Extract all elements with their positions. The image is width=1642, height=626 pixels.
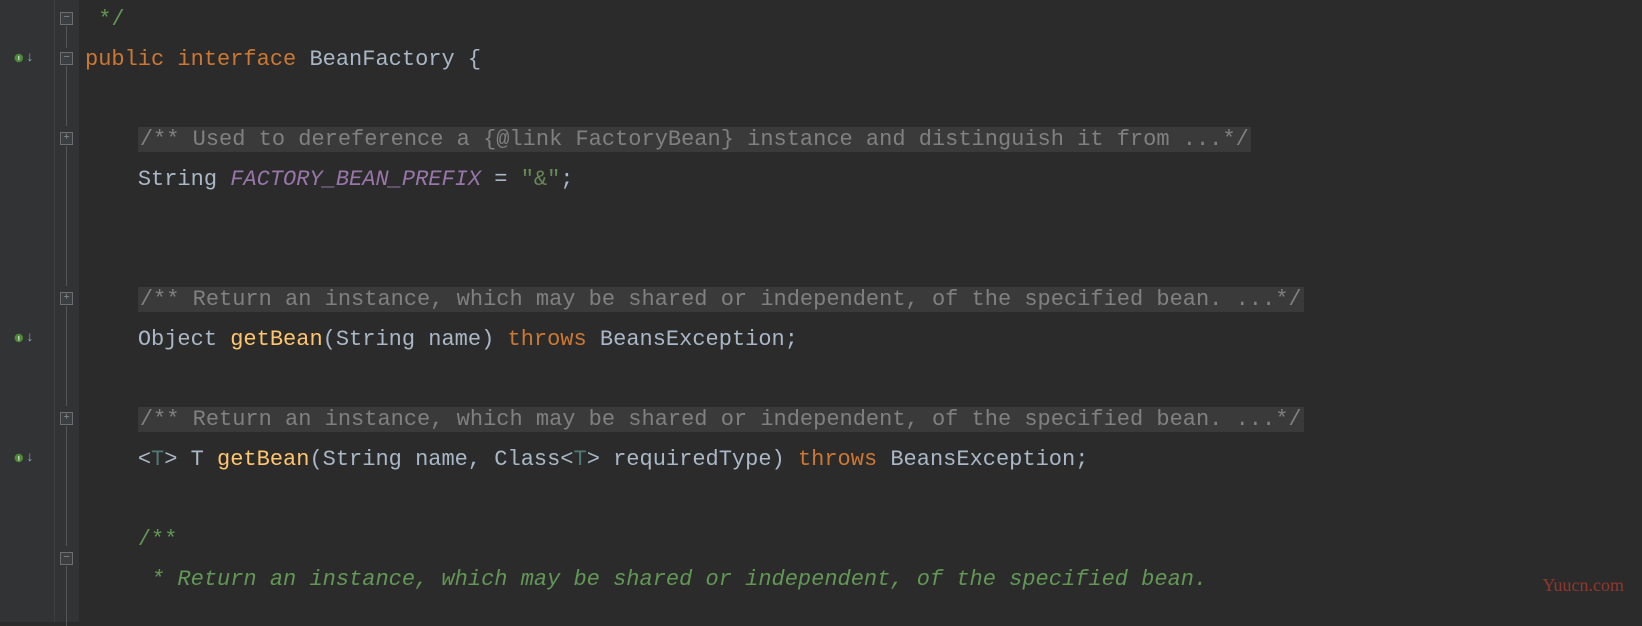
code-line[interactable]	[85, 240, 1642, 280]
watermark-text: Yuucn.com	[1543, 575, 1624, 596]
interface-gutter-icon[interactable]: I ↓	[14, 48, 34, 68]
code-line[interactable]: /**	[85, 520, 1642, 560]
fold-collapse-icon[interactable]: −	[60, 552, 73, 565]
code-line[interactable]: public interface BeanFactory {	[85, 40, 1642, 80]
code-line[interactable]: Object getBean(String name) throws Beans…	[85, 320, 1642, 360]
down-arrow-icon: ↓	[26, 330, 34, 346]
code-line[interactable]: /** Used to dereference a {@link Factory…	[85, 120, 1642, 160]
down-arrow-icon: ↓	[26, 50, 34, 66]
code-line[interactable]: */	[85, 0, 1642, 40]
code-line[interactable]	[85, 480, 1642, 520]
code-line[interactable]	[85, 360, 1642, 400]
code-line[interactable]	[85, 200, 1642, 240]
folded-javadoc[interactable]: /** Return an instance, which may be sha…	[138, 287, 1304, 312]
code-line[interactable]: * Return an instance, which may be share…	[85, 560, 1642, 600]
fold-expand-icon[interactable]: +	[60, 412, 73, 425]
code-line[interactable]: <T> T getBean(String name, Class<T> requ…	[85, 440, 1642, 480]
down-arrow-icon: ↓	[26, 450, 34, 466]
folded-javadoc[interactable]: /** Used to dereference a {@link Factory…	[138, 127, 1251, 152]
code-editor: I ↓ I ↓ I ↓ − − + + + − */ public interf…	[0, 0, 1642, 622]
override-gutter-icon[interactable]: I ↓	[14, 328, 34, 348]
fold-collapse-icon[interactable]: −	[60, 52, 73, 65]
code-line[interactable]: /** Return an instance, which may be sha…	[85, 280, 1642, 320]
override-gutter-icon[interactable]: I ↓	[14, 448, 34, 468]
code-content[interactable]: */ public interface BeanFactory { /** Us…	[79, 0, 1642, 622]
fold-expand-icon[interactable]: +	[60, 292, 73, 305]
code-line[interactable]	[85, 80, 1642, 120]
icon-gutter: I ↓ I ↓ I ↓	[0, 0, 55, 622]
fold-expand-icon[interactable]: +	[60, 132, 73, 145]
fold-collapse-icon[interactable]: −	[60, 12, 73, 25]
folded-javadoc[interactable]: /** Return an instance, which may be sha…	[138, 407, 1304, 432]
code-line[interactable]: /** Return an instance, which may be sha…	[85, 400, 1642, 440]
fold-gutter: − − + + + −	[55, 0, 79, 622]
code-line[interactable]: String FACTORY_BEAN_PREFIX = "&";	[85, 160, 1642, 200]
